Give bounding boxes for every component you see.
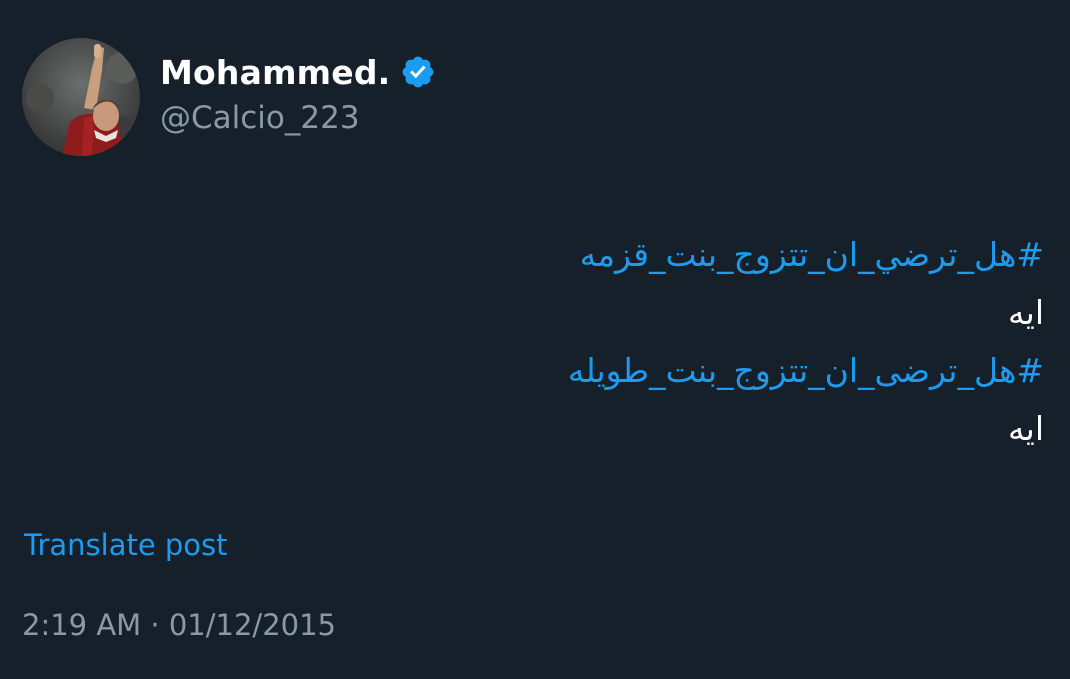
post-card: Mohammed. @Calcio_223 #هل_ترضي_ان_تتزوج_…: [0, 0, 1070, 679]
display-name[interactable]: Mohammed.: [160, 53, 390, 92]
post-text-line: ايه: [1007, 409, 1044, 448]
hashtag-link[interactable]: #هل_ترضي_ان_تتزوج_بنت_قزمه: [44, 226, 1044, 284]
post-timestamp[interactable]: 2:19 AM · 01/12/2015: [22, 608, 336, 642]
post-text-line: ايه: [1007, 293, 1044, 332]
avatar-photo: [22, 38, 140, 156]
translate-post-link[interactable]: Translate post: [24, 528, 228, 562]
avatar[interactable]: [22, 38, 140, 156]
post-text: #هل_ترضي_ان_تتزوج_بنت_قزمه ايه #هل_ترضى_…: [44, 226, 1044, 458]
verified-badge-icon[interactable]: [400, 54, 436, 90]
author-handle[interactable]: @Calcio_223: [160, 100, 360, 136]
hashtag-link[interactable]: #هل_ترضى_ان_تتزوج_بنت_طويله: [44, 342, 1044, 400]
author-name-row: Mohammed.: [160, 46, 436, 98]
